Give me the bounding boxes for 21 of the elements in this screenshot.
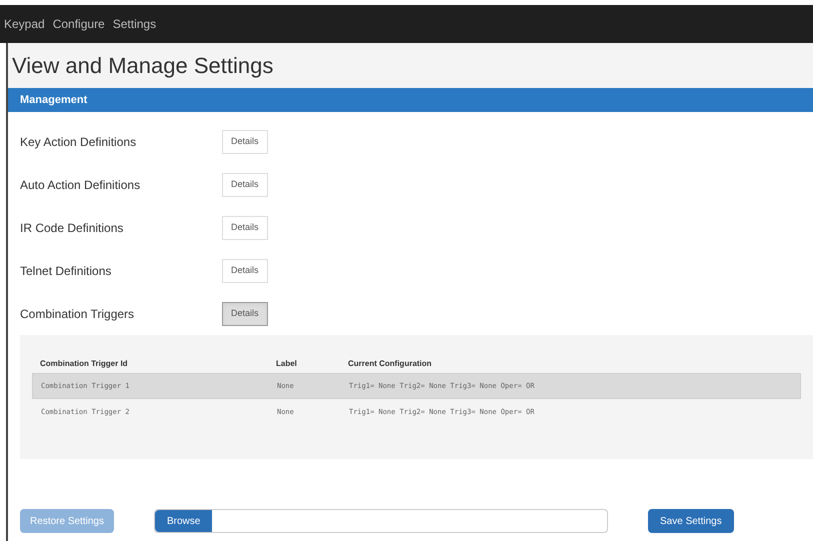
details-button[interactable]: Details xyxy=(222,130,268,154)
details-button[interactable]: Details xyxy=(222,258,268,282)
details-button[interactable]: Details xyxy=(222,216,268,240)
nav-link[interactable]: Settings xyxy=(112,15,156,33)
column-header: Combination Trigger Id xyxy=(40,358,129,370)
nav-link[interactable]: Configure xyxy=(52,15,105,33)
file-field[interactable]: Browse xyxy=(154,509,608,533)
nav-link[interactable]: Keypad xyxy=(4,15,45,33)
definition-label: Auto Action Definitions xyxy=(20,176,142,194)
browse-button[interactable]: Browse xyxy=(155,510,212,532)
page-title: View and Manage Settings xyxy=(12,52,274,80)
definition-label: Telnet Definitions xyxy=(20,262,112,280)
details-button[interactable]: Details xyxy=(222,302,268,326)
definition-label: IR Code Definitions xyxy=(20,220,124,236)
column-header: Current Configuration xyxy=(348,358,433,370)
definition-label: Key Action Definitions xyxy=(20,134,138,150)
column-header: Label xyxy=(276,358,298,370)
details-button[interactable]: Details xyxy=(222,172,268,196)
definition-label: Combination Triggers xyxy=(20,306,136,322)
panel-title: Management xyxy=(20,92,88,108)
save-settings-button[interactable]: Save Settings xyxy=(648,509,734,533)
